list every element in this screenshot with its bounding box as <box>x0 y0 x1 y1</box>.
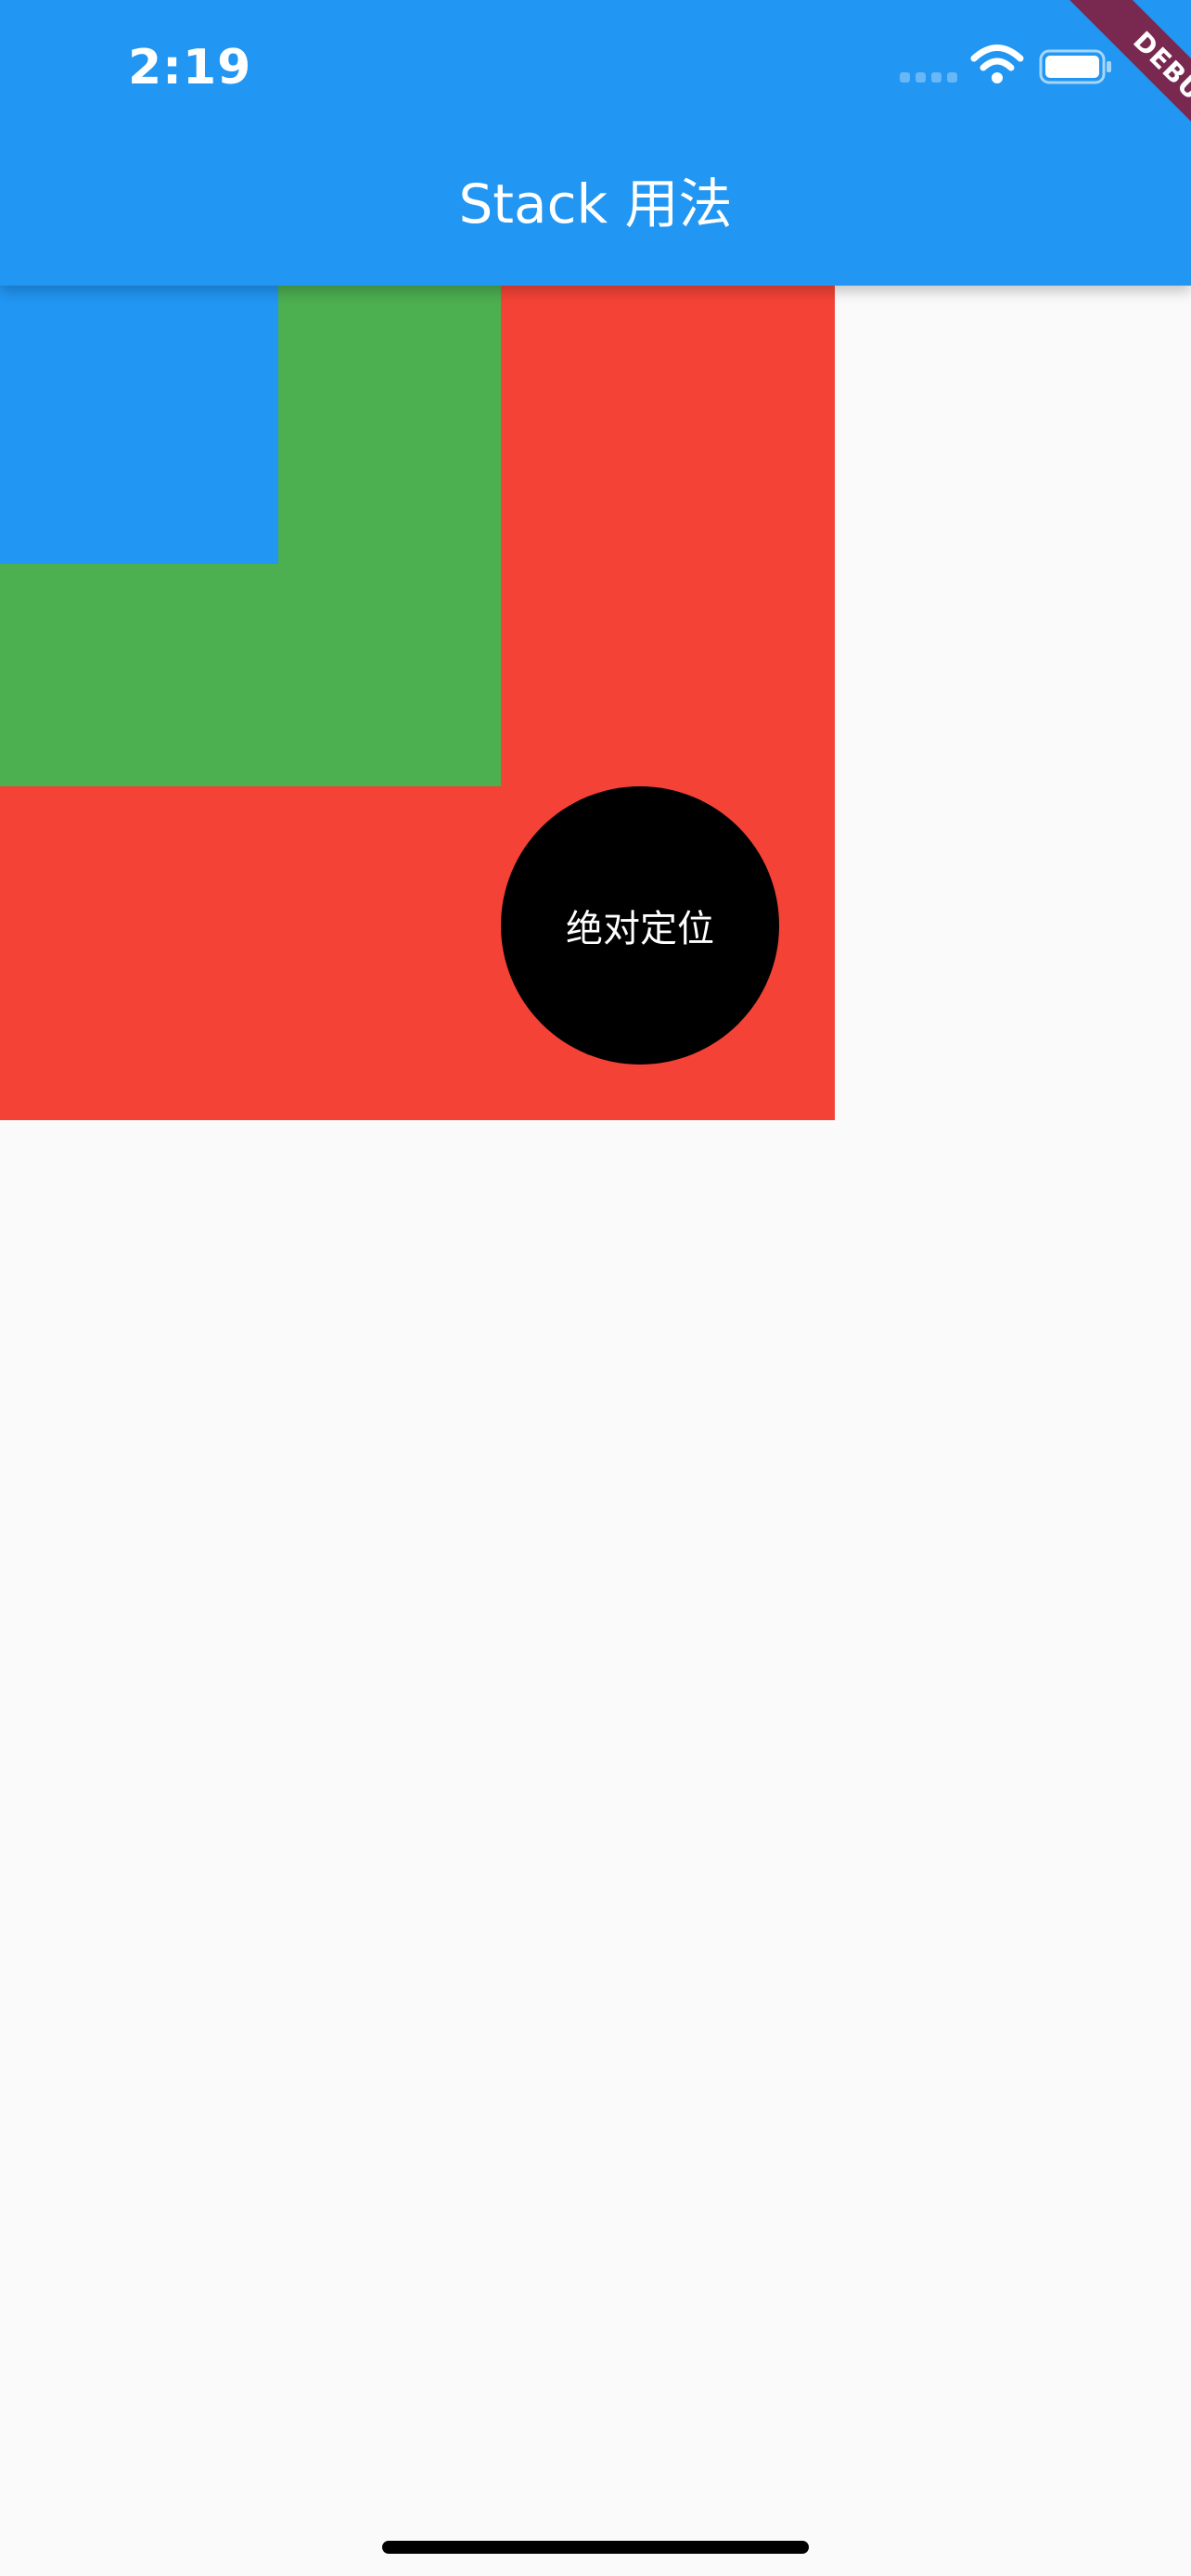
absolute-positioned-circle: 绝对定位 <box>501 786 779 1065</box>
debug-banner: DEBUG <box>1005 0 1191 185</box>
home-indicator[interactable] <box>382 2541 809 2554</box>
status-time: 2:19 <box>128 40 252 96</box>
debug-banner-label: DEBUG <box>1051 0 1191 185</box>
blue-box <box>0 286 278 564</box>
circle-label: 绝对定位 <box>566 908 714 950</box>
cellular-signal-icon <box>900 72 959 85</box>
stack-container: 绝对定位 <box>0 286 835 1120</box>
